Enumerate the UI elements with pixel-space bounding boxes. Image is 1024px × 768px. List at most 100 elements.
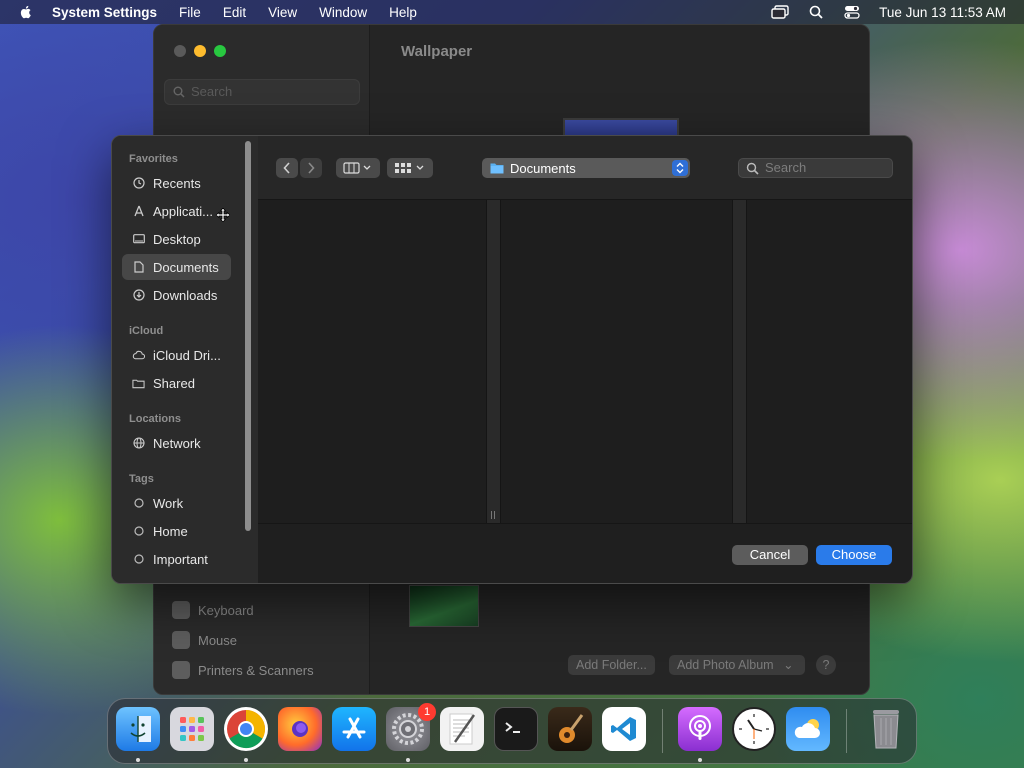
running-indicator [406,758,410,762]
running-indicator [136,758,140,762]
minimize-button[interactable] [194,45,206,57]
choose-button[interactable]: Choose [816,545,892,565]
textedit-icon[interactable] [440,707,484,751]
sidebar-item-tag-work[interactable]: Work [122,490,231,516]
sidebar-item-network[interactable]: Network [122,430,231,456]
sidebar-item-printers[interactable]: Printers & Scanners [172,661,314,679]
apple-icon[interactable] [18,4,34,20]
terminal-icon[interactable] [494,707,538,751]
applications-icon [132,205,145,218]
column-divider[interactable] [486,200,501,523]
chrome-icon[interactable] [224,707,268,751]
maximize-button[interactable] [214,45,226,57]
chevron-left-icon [283,162,290,174]
sidebar-item-label: Work [153,495,184,511]
firefox-icon[interactable] [278,707,322,751]
group-by-button[interactable] [387,158,433,178]
location-popup[interactable]: Documents [482,158,690,178]
menu-window[interactable]: Window [319,5,367,20]
sidebar-item-label: Network [153,435,201,451]
tag-circle-icon [132,553,145,566]
download-icon [132,289,145,302]
sidebar-item-label: Printers & Scanners [198,662,314,678]
section-favorites: Favorites [129,153,178,165]
settings-search-placeholder: Search [191,84,233,99]
desktop-icon [132,233,145,246]
section-icloud: iCloud [129,325,164,337]
sidebar-item-tag-important[interactable]: Important [122,546,231,572]
mouse-icon [172,631,190,649]
columns-view-icon [343,162,371,174]
sidebar-item-applications[interactable]: Applicati... [122,198,231,224]
sidebar-item-label: Recents [153,175,201,191]
menubar-clock[interactable]: Tue Jun 13 11:53 AM [879,5,1006,20]
weather-icon[interactable] [786,707,830,751]
menu-help[interactable]: Help [389,5,417,20]
forward-button[interactable] [300,158,322,178]
sidebar-item-label: Keyboard [198,602,254,618]
sidebar-item-recents[interactable]: Recents [122,170,231,196]
launchpad-icon[interactable] [170,707,214,751]
sidebar-scrollbar[interactable] [245,141,251,531]
control-center-icon[interactable] [843,5,861,19]
close-button[interactable] [174,45,186,57]
vscode-icon[interactable] [602,707,646,751]
clock-app-icon[interactable] [732,707,776,751]
menu-view[interactable]: View [268,5,297,20]
sidebar-item-keyboard[interactable]: Keyboard [172,601,254,619]
spotlight-search-icon[interactable] [807,5,825,19]
dialog-sidebar: Favorites Recents Applicati... Desktop D… [112,136,258,583]
sidebar-item-label: Mouse [198,632,238,648]
add-folder-button[interactable]: Add Folder... [568,655,655,675]
column-divider[interactable] [732,200,747,523]
add-photo-album-button[interactable]: Add Photo Album ⌄ [669,655,805,675]
sidebar-item-shared[interactable]: Shared [122,370,231,396]
add-photo-album-label: Add Photo Album [677,658,774,672]
dialog-search-placeholder: Search [765,160,807,175]
settings-search-input[interactable]: Search [164,79,360,105]
column-browser[interactable] [258,200,912,524]
search-icon [746,162,759,175]
app-name-menu[interactable]: System Settings [52,5,157,20]
cancel-button[interactable]: Cancel [732,545,808,565]
sidebar-item-label: Home [153,523,188,539]
document-icon [132,261,145,274]
app-store-icon[interactable] [332,707,376,751]
keyboard-icon [172,601,190,619]
folder-icon [490,163,504,174]
shared-folder-icon [132,377,145,390]
menu-edit[interactable]: Edit [223,5,246,20]
menu-file[interactable]: File [179,5,201,20]
sidebar-item-tag-home[interactable]: Home [122,518,231,544]
screen-mirroring-icon[interactable] [771,5,789,19]
running-indicator [698,758,702,762]
wallpaper-thumbnail[interactable] [409,585,479,627]
view-mode-columns-button[interactable] [336,158,380,178]
sidebar-item-mouse[interactable]: Mouse [172,631,237,649]
finder-icon[interactable] [116,707,160,751]
help-button[interactable]: ? [816,655,836,675]
trash-icon[interactable] [864,707,908,751]
move-cursor-icon [216,208,230,222]
sidebar-item-label: Desktop [153,231,201,247]
sidebar-item-documents[interactable]: Documents [122,254,231,280]
open-panel-dialog: Favorites Recents Applicati... Desktop D… [111,135,913,584]
sidebar-item-icloud-drive[interactable]: iCloud Dri... [122,342,231,368]
section-locations: Locations [129,413,181,425]
dialog-search-input[interactable]: Search [738,158,893,178]
sidebar-item-label: Shared [153,375,195,391]
sidebar-item-desktop[interactable]: Desktop [122,226,231,252]
clock-icon [132,177,145,190]
tag-circle-icon [132,525,145,538]
podcasts-icon[interactable] [678,707,722,751]
back-button[interactable] [276,158,298,178]
resize-handle-icon [491,511,495,519]
window-controls [174,45,226,57]
system-settings-icon[interactable]: 1 [386,703,436,751]
garageband-icon[interactable] [548,707,592,751]
sidebar-item-label: iCloud Dri... [153,347,221,363]
dialog-toolbar: Documents Search [258,136,912,200]
grid-view-icon [395,163,424,173]
printer-icon [172,661,190,679]
sidebar-item-downloads[interactable]: Downloads [122,282,231,308]
